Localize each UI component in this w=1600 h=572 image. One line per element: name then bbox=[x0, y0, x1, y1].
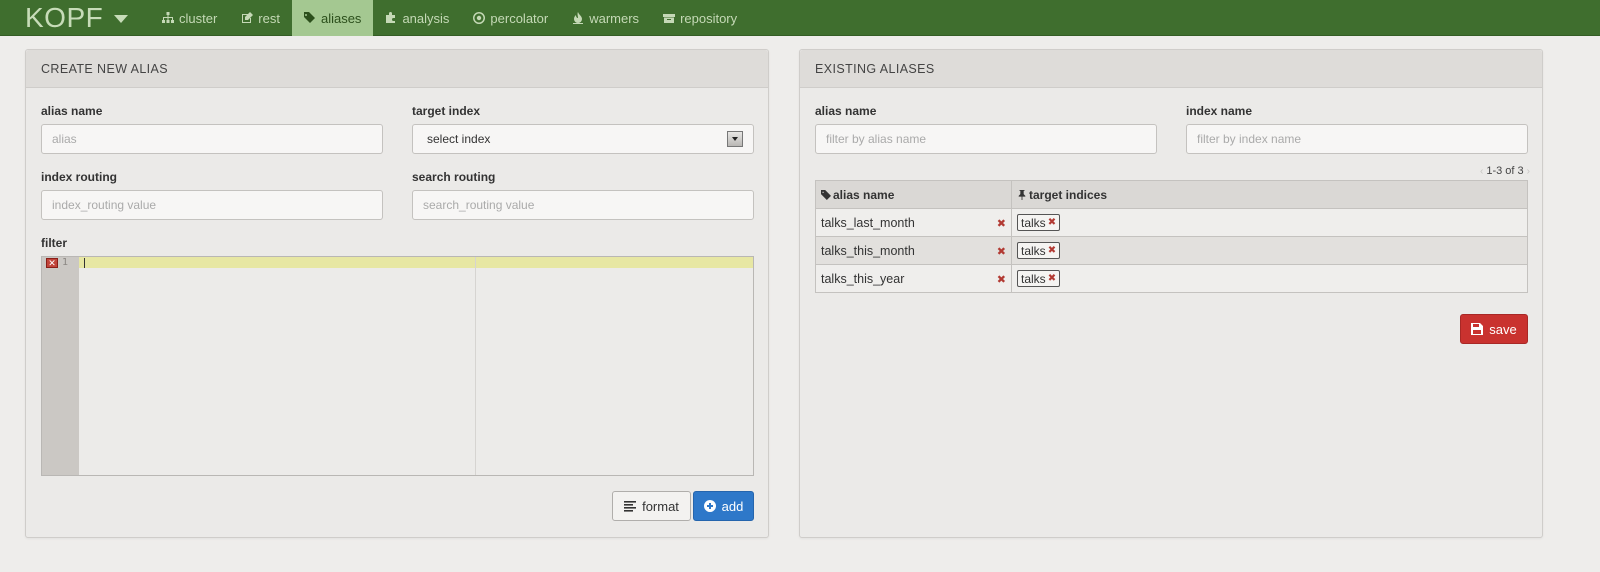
remove-alias-icon[interactable]: ✖ bbox=[997, 245, 1006, 258]
search-routing-label: search routing bbox=[412, 170, 496, 184]
create-alias-panel: CREATE NEW ALIAS alias name target index… bbox=[25, 49, 769, 538]
aliases-table: alias name target indices talks_last_mon… bbox=[815, 180, 1528, 293]
alias-name-label: alias name bbox=[41, 104, 103, 118]
table-header-row: alias name target indices bbox=[815, 180, 1528, 209]
index-routing-input[interactable] bbox=[41, 190, 383, 220]
align-left-icon bbox=[624, 501, 637, 512]
nav-aliases-label: aliases bbox=[320, 10, 362, 26]
alias-name: talks_this_month bbox=[821, 243, 915, 258]
pushpin-icon bbox=[1018, 189, 1026, 200]
nav-aliases[interactable]: aliases bbox=[291, 0, 374, 36]
nav-warmers-label: warmers bbox=[589, 10, 640, 26]
alias-cell: talks_last_month ✖ bbox=[815, 208, 1012, 237]
filter-label: filter bbox=[41, 236, 68, 250]
editor-gutter: ✕ 1 bbox=[42, 257, 79, 475]
next-page-icon[interactable]: › bbox=[1527, 166, 1530, 177]
col-indices-header[interactable]: target indices bbox=[1011, 180, 1528, 209]
nav-rest-label: rest bbox=[258, 10, 280, 26]
nav-analysis[interactable]: analysis bbox=[373, 0, 461, 36]
alias-cell: talks_this_year ✖ bbox=[815, 264, 1012, 293]
pagination-text: 1-3 of 3 bbox=[1486, 165, 1524, 177]
editor-print-margin bbox=[475, 257, 476, 475]
tags-icon bbox=[303, 12, 315, 23]
edit-icon bbox=[242, 12, 254, 23]
editor-active-line bbox=[79, 257, 753, 268]
editor-cursor bbox=[84, 258, 85, 268]
indices-cell: talks ✖ bbox=[1011, 264, 1528, 293]
nav-repository[interactable]: repository bbox=[651, 0, 749, 36]
table-row: talks_this_month ✖ talks ✖ bbox=[815, 236, 1528, 265]
remove-index-icon[interactable]: ✖ bbox=[1048, 273, 1056, 284]
filter-editor[interactable]: ✕ 1 bbox=[41, 256, 754, 476]
target-index-label: target index bbox=[412, 104, 481, 118]
dot-circle-icon bbox=[473, 12, 486, 24]
add-button-label: add bbox=[721, 498, 744, 514]
index-filter-label: index name bbox=[1186, 104, 1253, 118]
alias-cell: talks_this_month ✖ bbox=[815, 236, 1012, 265]
col-alias-label: alias name bbox=[833, 187, 895, 202]
nav-warmers[interactable]: warmers bbox=[560, 0, 651, 36]
format-button-label: format bbox=[642, 498, 679, 514]
remove-alias-icon[interactable]: ✖ bbox=[997, 273, 1006, 286]
nav-percolator[interactable]: percolator bbox=[461, 0, 560, 36]
archive-icon bbox=[663, 14, 676, 23]
table-row: talks_this_year ✖ talks ✖ bbox=[815, 264, 1528, 293]
error-icon: ✕ bbox=[46, 258, 58, 268]
table-row: talks_last_month ✖ talks ✖ bbox=[815, 208, 1528, 237]
index-tag: talks ✖ bbox=[1017, 242, 1061, 259]
index-routing-label: index routing bbox=[41, 170, 117, 184]
index-tag: talks ✖ bbox=[1017, 270, 1061, 287]
alias-name: talks_this_year bbox=[821, 271, 905, 286]
add-button[interactable]: add bbox=[693, 491, 754, 521]
nav-cluster-label: cluster bbox=[179, 10, 218, 26]
dropdown-arrow-icon[interactable] bbox=[727, 131, 743, 147]
pagination: ‹ 1-3 of 3 › bbox=[1460, 164, 1530, 178]
target-index-value: select index bbox=[427, 132, 491, 146]
nav-rest[interactable]: rest bbox=[229, 0, 292, 36]
indices-cell: talks ✖ bbox=[1011, 236, 1528, 265]
index-tag-label: talks bbox=[1021, 243, 1046, 258]
fire-icon bbox=[573, 12, 584, 24]
indices-cell: talks ✖ bbox=[1011, 208, 1528, 237]
prev-page-icon[interactable]: ‹ bbox=[1480, 166, 1483, 177]
save-button-label: save bbox=[1489, 321, 1517, 337]
target-index-select[interactable]: select index bbox=[412, 124, 754, 154]
puzzle-icon bbox=[386, 12, 396, 23]
col-alias-header[interactable]: alias name bbox=[815, 180, 1012, 209]
alias-name: talks_last_month bbox=[821, 215, 915, 230]
brand-logo: KOPF bbox=[25, 1, 104, 33]
remove-index-icon[interactable]: ✖ bbox=[1048, 217, 1056, 228]
top-navbar: KOPF cluster rest aliases analysis perco… bbox=[0, 0, 1600, 36]
tag-icon bbox=[821, 189, 831, 200]
create-alias-title: CREATE NEW ALIAS bbox=[26, 50, 768, 88]
alias-filter-label: alias name bbox=[815, 104, 877, 118]
format-button[interactable]: format bbox=[612, 491, 691, 521]
index-tag-label: talks bbox=[1021, 215, 1046, 230]
caret-down-icon bbox=[114, 15, 129, 23]
nav-analysis-label: analysis bbox=[402, 10, 450, 26]
alias-filter-input[interactable] bbox=[815, 124, 1157, 154]
existing-aliases-panel: EXISTING ALIASES alias name index name ‹… bbox=[799, 49, 1543, 538]
remove-alias-icon[interactable]: ✖ bbox=[997, 217, 1006, 230]
existing-aliases-title: EXISTING ALIASES bbox=[800, 50, 1542, 88]
plus-circle-icon bbox=[703, 500, 716, 512]
alias-name-input[interactable] bbox=[41, 124, 383, 154]
remove-index-icon[interactable]: ✖ bbox=[1048, 245, 1056, 256]
sitemap-icon bbox=[162, 12, 174, 23]
index-filter-input[interactable] bbox=[1186, 124, 1528, 154]
floppy-icon bbox=[1471, 323, 1484, 335]
save-button[interactable]: save bbox=[1460, 314, 1528, 344]
nav-repository-label: repository bbox=[680, 10, 738, 26]
nav-cluster[interactable]: cluster bbox=[150, 0, 229, 36]
index-tag-label: talks bbox=[1021, 271, 1046, 286]
line-number: 1 bbox=[62, 257, 69, 268]
col-indices-label: target indices bbox=[1029, 187, 1108, 202]
search-routing-input[interactable] bbox=[412, 190, 754, 220]
index-tag: talks ✖ bbox=[1017, 214, 1061, 231]
nav-percolator-label: percolator bbox=[490, 10, 549, 26]
brand-menu[interactable]: KOPF bbox=[0, 0, 150, 35]
